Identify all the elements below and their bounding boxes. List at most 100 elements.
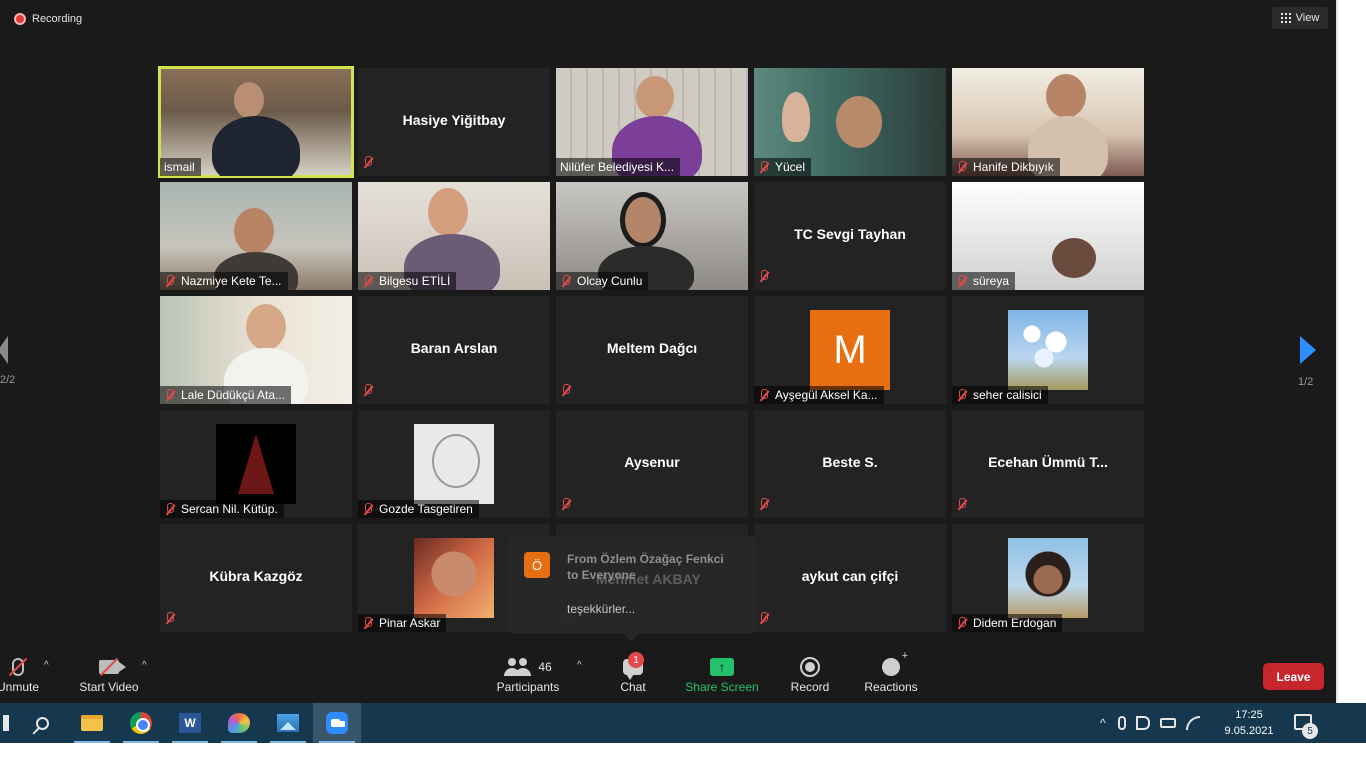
taskbar-file-explorer[interactable]	[68, 703, 116, 743]
name-tile-aysenur[interactable]: Aysenur	[556, 410, 748, 518]
page-indicator-left: 2/2	[0, 374, 16, 386]
taskbar-photos[interactable]	[264, 703, 312, 743]
muted-mic-icon	[560, 384, 572, 402]
tile-name-label: Didem Erdogan	[952, 614, 1063, 632]
tile-name-label: Gozde Tasgetiren	[358, 500, 479, 518]
view-label: View	[1295, 12, 1320, 24]
audio-options-caret-icon[interactable]: ^	[44, 660, 49, 671]
muted-mic-icon	[362, 616, 374, 630]
video-tile-nilufer[interactable]: Nilüfer Belediyesi K...	[556, 68, 748, 176]
name-tile-ecehan[interactable]: Ecehan Ümmü T...	[952, 410, 1144, 518]
desktop-edge	[1336, 0, 1366, 703]
avatar-tile-seher[interactable]: seher calisici	[952, 296, 1144, 404]
name-tile-sevgi[interactable]: TC Sevgi Tayhan	[754, 182, 946, 290]
video-tile-olcay[interactable]: Olcay Cunlu	[556, 182, 748, 290]
chevron-right-icon	[1300, 336, 1316, 364]
record-button[interactable]: Record	[786, 654, 834, 694]
chat-message: teşekkürler...	[567, 602, 636, 616]
record-dot-icon	[14, 13, 26, 25]
tile-name-label: Pinar Askar	[358, 614, 447, 632]
participant-name: Ecehan Ümmü T...	[988, 454, 1108, 470]
battery-icon[interactable]	[1159, 718, 1176, 728]
windows-logo-icon	[3, 715, 9, 731]
muted-mic-icon	[362, 274, 374, 288]
taskbar-clock[interactable]: 17:25 9.05.2021	[1222, 707, 1276, 739]
muted-mic-icon	[560, 498, 572, 516]
taskbar-chrome[interactable]	[117, 703, 165, 743]
taskbar-search-button[interactable]	[18, 703, 66, 743]
tile-name-label: Ayşegül Aksel Ka...	[754, 386, 884, 404]
wifi-icon[interactable]	[1185, 716, 1200, 730]
chat-notification[interactable]: Mehmet AKBAY Ö From Özlem Özağaç Fenkci …	[508, 536, 756, 642]
name-tile-hasiye[interactable]: Hasiye Yiğitbay	[358, 68, 550, 176]
participant-name: Aysenur	[624, 454, 680, 470]
reactions-label: Reactions	[864, 680, 918, 694]
avatar	[414, 424, 494, 504]
system-tray: ^	[1100, 703, 1210, 743]
muted-mic-icon	[758, 498, 770, 516]
video-options-caret-icon[interactable]: ^	[142, 660, 147, 671]
tile-name-label: Nilüfer Belediyesi K...	[556, 158, 681, 176]
tile-name-label: Yücel	[754, 158, 812, 176]
chevron-up-icon[interactable]: ^	[1100, 716, 1106, 730]
taskbar-word[interactable]: W	[166, 703, 214, 743]
previous-page-button[interactable]: 2/2	[0, 330, 16, 390]
avatar-tile-gozde[interactable]: Gozde Tasgetiren	[358, 410, 550, 518]
muted-mic-icon	[758, 270, 770, 288]
participant-name: Kübra Kazgöz	[209, 568, 303, 584]
video-tile-yucel[interactable]: Yücel	[754, 68, 946, 176]
record-label: Record	[790, 680, 830, 694]
volume-icon[interactable]	[1135, 716, 1150, 730]
microphone-icon[interactable]	[1117, 716, 1126, 730]
muted-mic-icon	[164, 502, 176, 516]
search-icon	[35, 716, 49, 730]
next-page-button[interactable]: 1/2	[1286, 330, 1326, 394]
avatar	[1008, 310, 1088, 390]
participants-options-caret-icon[interactable]: ^	[577, 660, 582, 671]
avatar	[216, 424, 296, 504]
paint-icon	[228, 713, 250, 733]
name-tile-baran[interactable]: Baran Arslan	[358, 296, 550, 404]
word-icon: W	[179, 713, 201, 733]
chat-unread-badge: 1	[628, 652, 644, 668]
start-video-button[interactable]: Start Video	[74, 654, 144, 694]
name-tile-aykut[interactable]: aykut can çifçi	[754, 524, 946, 632]
video-tile-hanife[interactable]: Hanife Dikbıyık	[952, 68, 1144, 176]
participants-count: 46	[538, 660, 552, 674]
share-screen-button[interactable]: ↑ Share Screen	[682, 654, 762, 694]
leave-button[interactable]: Leave	[1263, 663, 1324, 690]
recording-indicator[interactable]: Recording	[14, 10, 82, 28]
muted-mic-icon	[956, 160, 968, 174]
video-tile-ismail[interactable]: ismail	[158, 66, 354, 178]
tile-name-label: Bilgesu ETİLİ	[358, 272, 457, 290]
tile-name-label: Hanife Dikbıyık	[952, 158, 1060, 176]
avatar-tile-didem[interactable]: Didem Erdogan	[952, 524, 1144, 632]
chat-button[interactable]: 1 Chat	[612, 652, 654, 694]
video-tile-lale[interactable]: Lale Düdükçü Ata...	[160, 296, 352, 404]
unmute-button[interactable]: Unmute	[0, 654, 40, 694]
video-tile-sureya[interactable]: süreya	[952, 182, 1144, 290]
name-tile-beste[interactable]: Beste S.	[754, 410, 946, 518]
page-indicator-right: 1/2	[1298, 376, 1314, 388]
taskbar-zoom[interactable]	[313, 703, 361, 743]
participant-name: aykut can çifçi	[801, 568, 899, 584]
muted-mic-icon	[560, 274, 572, 288]
tile-name-label: Nazmiye Kete Te...	[160, 272, 288, 290]
start-button[interactable]	[0, 703, 12, 743]
clock-date: 9.05.2021	[1224, 725, 1274, 737]
chat-label: Chat	[620, 680, 646, 694]
participants-button[interactable]: 46 Participants	[492, 654, 564, 694]
participant-name: Beste S.	[822, 454, 878, 470]
video-tile-bilgesu[interactable]: Bilgesu ETİLİ	[358, 182, 550, 290]
view-button[interactable]: View	[1272, 7, 1328, 29]
taskbar-paint[interactable]	[215, 703, 263, 743]
chrome-icon	[130, 712, 152, 734]
name-tile-kubra[interactable]: Kübra Kazgöz	[160, 524, 352, 632]
notification-count: 5	[1302, 723, 1318, 739]
reactions-button[interactable]: Reactions	[860, 650, 922, 694]
video-tile-nazmiye[interactable]: Nazmiye Kete Te...	[160, 182, 352, 290]
avatar-tile-aysegul[interactable]: M Ayşegül Aksel Ka...	[754, 296, 946, 404]
name-tile-meltem[interactable]: Meltem Dağcı	[556, 296, 748, 404]
avatar-tile-sercan[interactable]: Sercan Nil. Kütüp.	[160, 410, 352, 518]
chat-sender: From Özlem Özağaç Fenkci to Everyone	[567, 552, 724, 582]
